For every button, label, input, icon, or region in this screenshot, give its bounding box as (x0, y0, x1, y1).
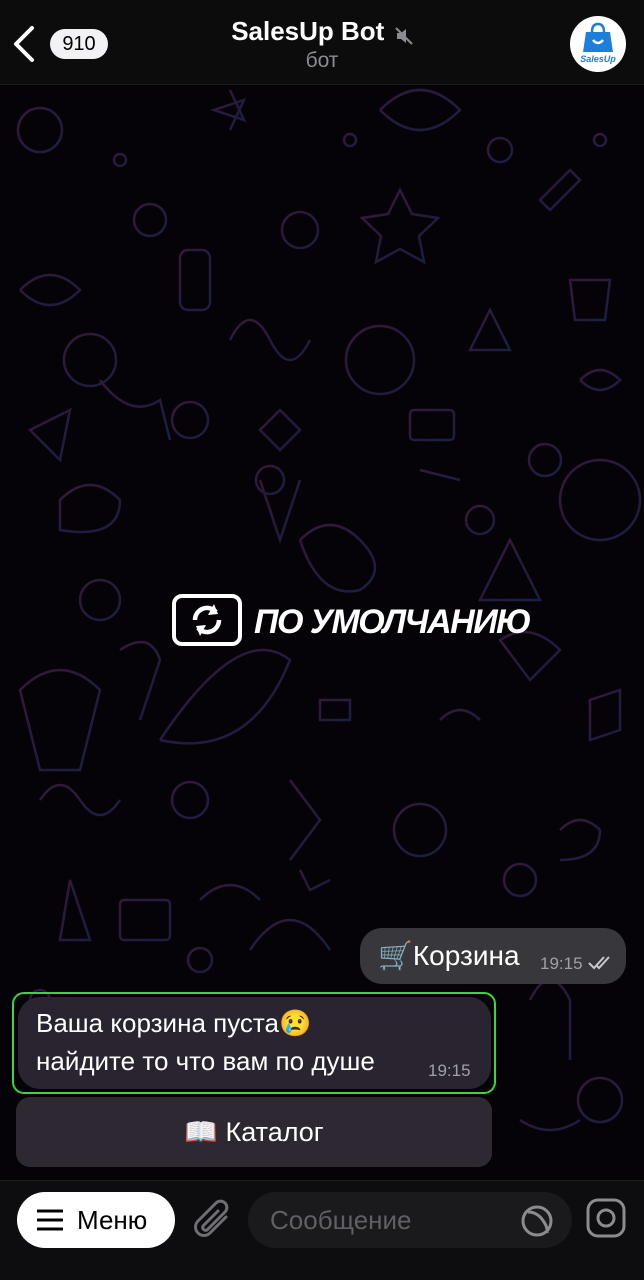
chat-header: 910 SalesUp Bot бот SalesUp (0, 0, 644, 85)
chat-subtitle: бот (305, 49, 339, 72)
avatar-logo-text: SalesUp (580, 54, 616, 64)
paperclip-icon[interactable] (190, 1197, 234, 1243)
back-button[interactable]: 910 (10, 18, 110, 70)
muted-speaker-icon (395, 27, 413, 45)
message-text-line-1: Ваша корзина пуста😢 (36, 1008, 312, 1038)
menu-button[interactable]: Меню (17, 1192, 175, 1248)
cart-emoji: 🛒 (378, 940, 413, 971)
incoming-message[interactable]: Ваша корзина пуста😢 найдите то что вам п… (18, 997, 491, 1089)
hamburger-icon (37, 1209, 63, 1231)
bot-avatar[interactable]: SalesUp (570, 16, 626, 72)
chat-screen: 910 SalesUp Bot бот SalesUp ПО УМОЛЧАНИЮ… (0, 0, 644, 1280)
menu-label: Меню (77, 1205, 148, 1235)
sticker-icon[interactable] (520, 1204, 554, 1238)
message-text: 🛒Корзина (378, 940, 520, 971)
default-theme-label: ПО УМОЛЧАНИЮ (254, 603, 532, 641)
message-time: 19:15 (540, 954, 583, 973)
default-theme-badge: ПО УМОЛЧАНИЮ (170, 592, 532, 650)
message-input-placeholder: Сообщение (270, 1205, 412, 1235)
message-text-line-2: найдите то что вам по душе (36, 1046, 375, 1076)
composer-bar: Меню Сообщение (0, 1180, 644, 1280)
catalog-button[interactable]: 📖 Каталог (16, 1097, 492, 1167)
camera-icon[interactable] (585, 1197, 627, 1239)
message-input[interactable]: Сообщение (248, 1192, 572, 1248)
double-check-icon (588, 956, 610, 970)
chevron-left-icon (14, 26, 34, 62)
chat-title-block[interactable]: SalesUp Bot бот (160, 14, 484, 74)
message-time: 19:15 (428, 1061, 471, 1080)
chat-title: SalesUp Bot (231, 16, 385, 46)
unread-count-badge: 910 (50, 29, 108, 59)
refresh-icon (172, 594, 242, 646)
outgoing-message[interactable]: 🛒Корзина 19:15 (360, 928, 626, 984)
